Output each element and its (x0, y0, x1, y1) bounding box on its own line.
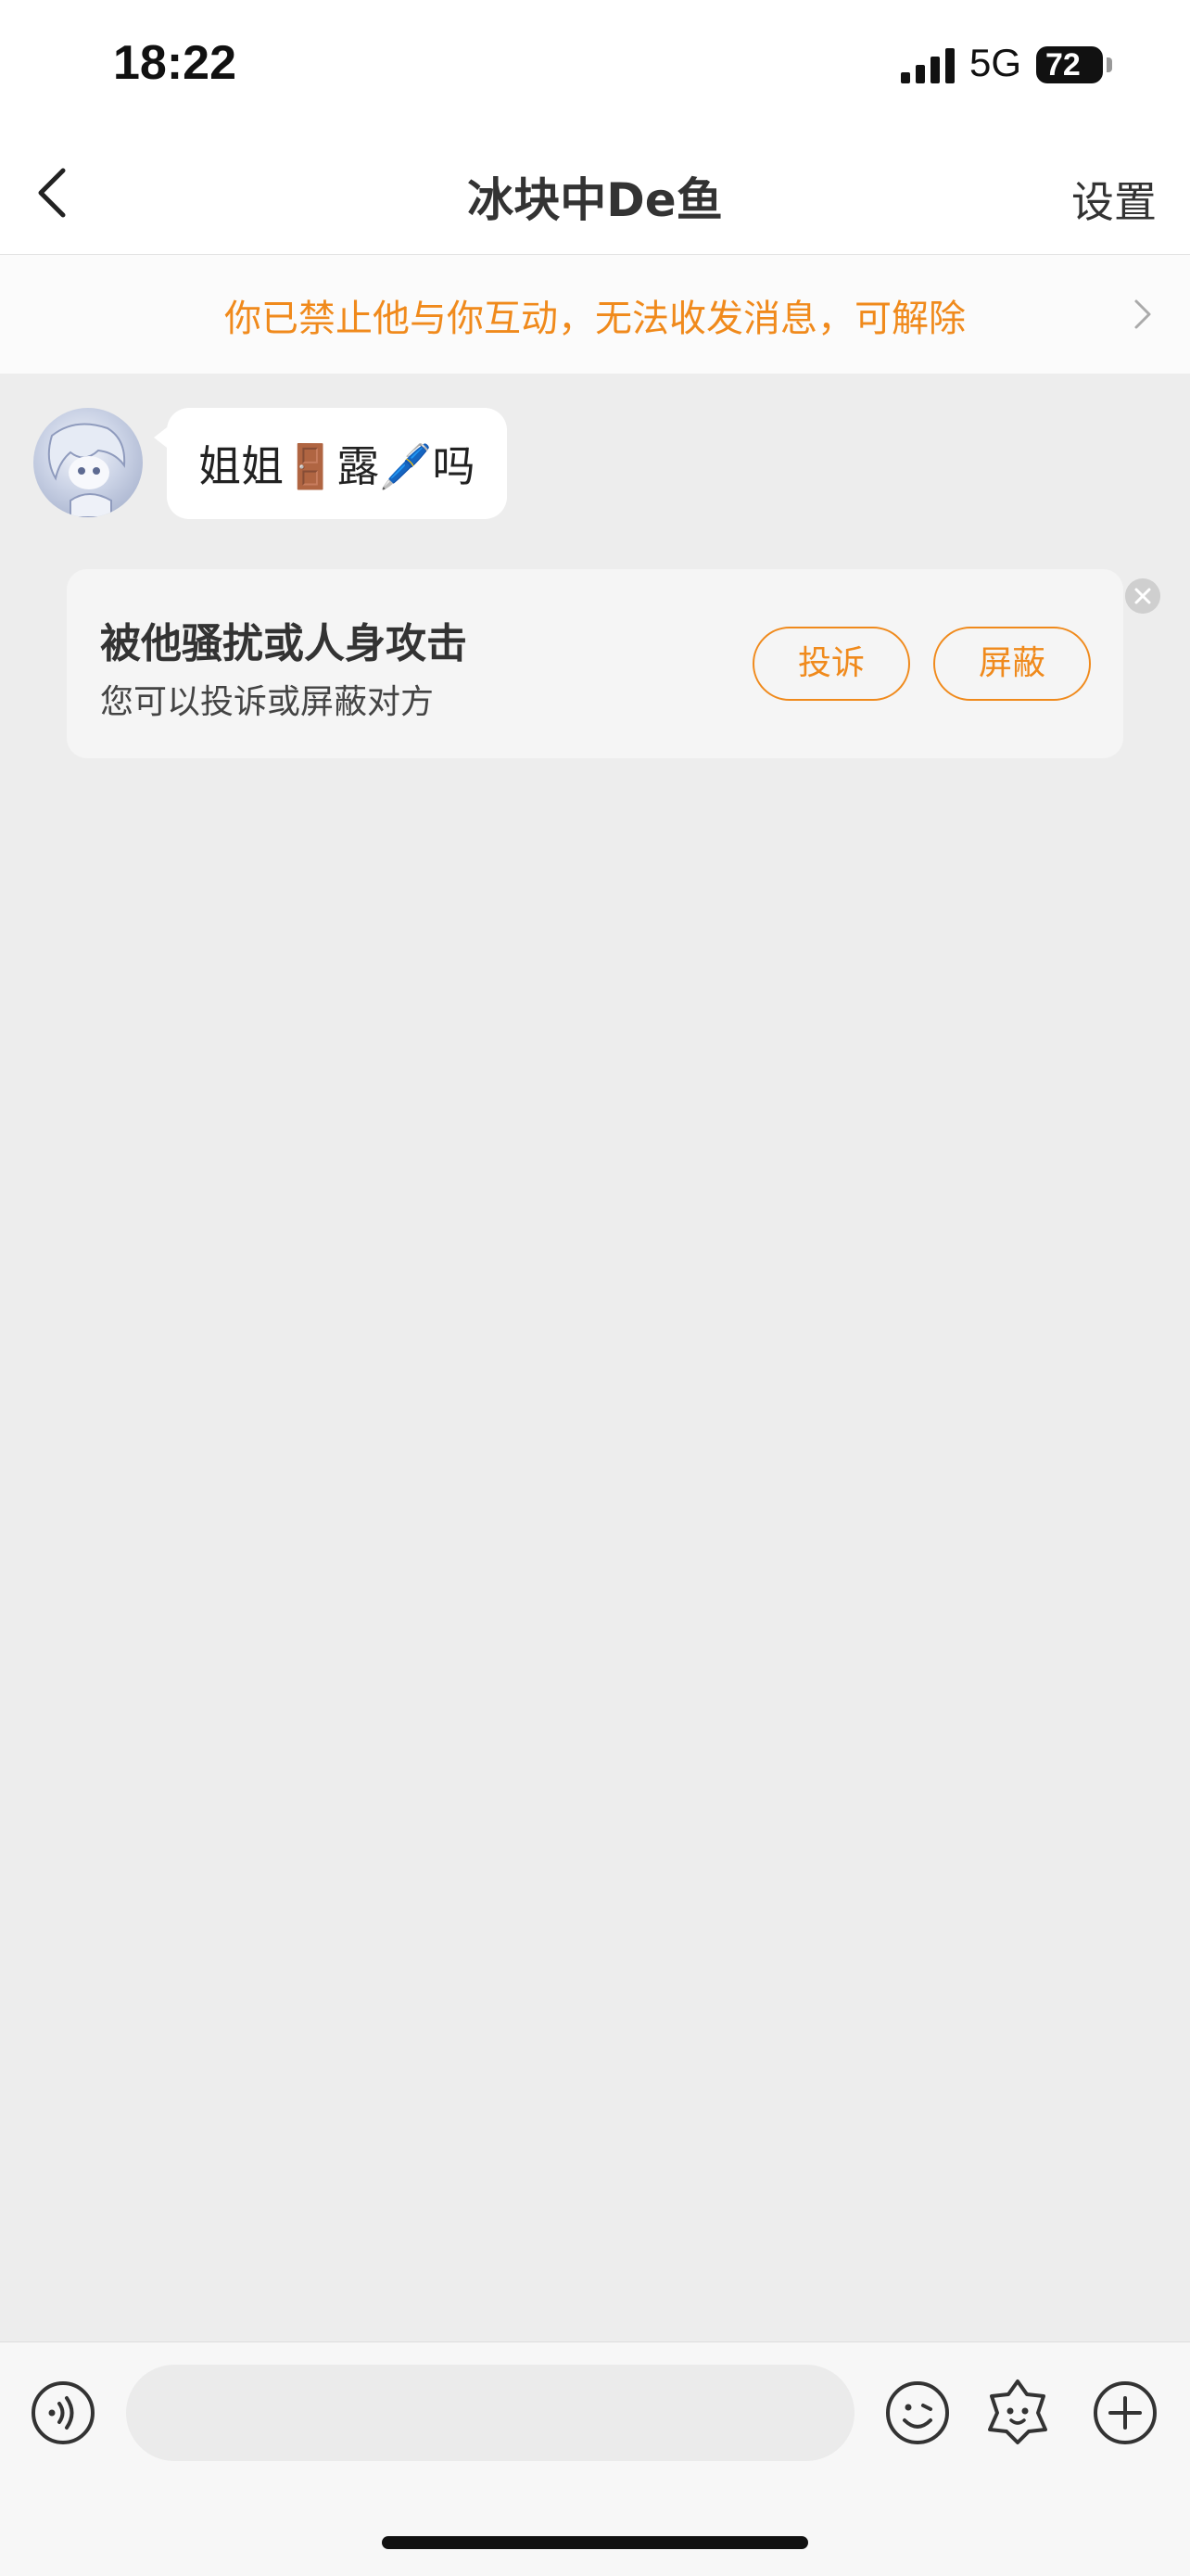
close-icon[interactable] (1125, 578, 1160, 614)
harassment-card-subtitle: 您可以投诉或屏蔽对方 (100, 683, 435, 721)
avatar[interactable] (33, 408, 143, 517)
battery-icon: 72 (1036, 46, 1103, 83)
message-text: 姐姐🚪露🖊️吗 (198, 441, 475, 491)
block-button[interactable]: 屏蔽 (933, 627, 1091, 701)
status-time: 18:22 (113, 36, 236, 90)
emoji-icon[interactable] (884, 2379, 951, 2446)
sticker-icon[interactable] (982, 2376, 1053, 2446)
settings-button[interactable]: 设置 (1071, 169, 1157, 230)
blocked-banner-text: 你已禁止他与你互动，无法收发消息，可解除 (224, 298, 966, 340)
chevron-right-icon (1134, 299, 1151, 329)
network-type: 5G (969, 41, 1022, 84)
page-title: 冰块中De鱼 (467, 173, 723, 227)
message-bubble[interactable]: 姐姐🚪露🖊️吗 (167, 408, 507, 519)
battery-level: 72 (1045, 47, 1081, 82)
signal-icon (901, 48, 955, 83)
home-indicator (382, 2536, 808, 2549)
battery-cap (1107, 57, 1112, 72)
message-input[interactable] (126, 2365, 855, 2461)
report-button[interactable]: 投诉 (753, 627, 910, 701)
harassment-card-title: 被他骚扰或人身攻击 (100, 620, 467, 667)
voice-icon[interactable] (30, 2379, 96, 2446)
harassment-card: 被他骚扰或人身攻击 您可以投诉或屏蔽对方 投诉 屏蔽 (67, 569, 1160, 758)
status-bar: 18:22 5G 72 (0, 0, 1190, 130)
nav-bar: 冰块中De鱼 设置 (0, 130, 1190, 255)
plus-icon[interactable] (1092, 2379, 1158, 2446)
blocked-banner[interactable]: 你已禁止他与你互动，无法收发消息，可解除 (0, 255, 1190, 374)
avatar-illustration (47, 423, 126, 517)
